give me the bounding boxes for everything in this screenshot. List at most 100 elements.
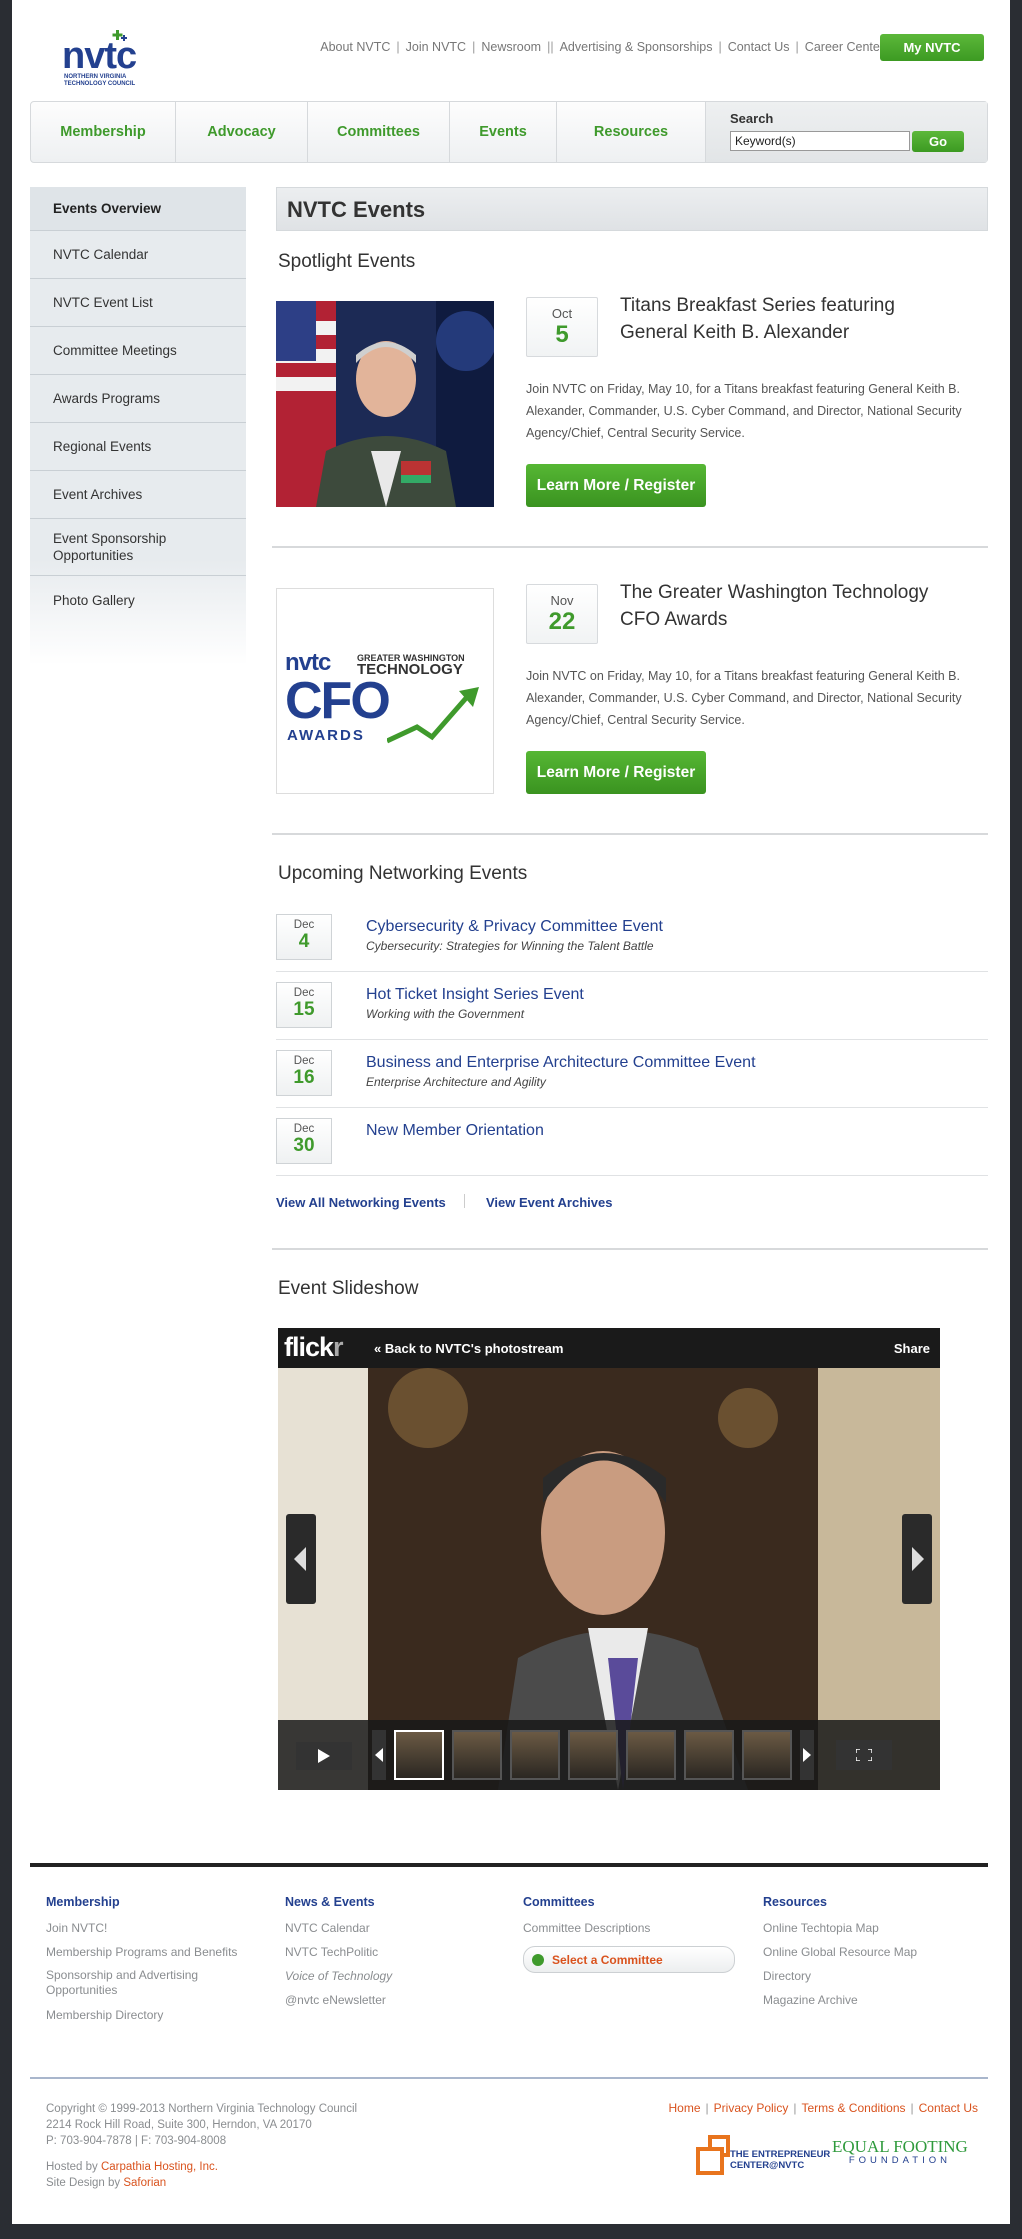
- top-link-join[interactable]: Join NVTC: [406, 40, 466, 54]
- top-link-contact[interactable]: Contact Us: [728, 40, 790, 54]
- spotlight-date-1: Oct 5: [526, 297, 598, 357]
- networking-row: Dec 4 Cybersecurity & Privacy Committee …: [276, 904, 988, 972]
- equal-footing-logo[interactable]: EQUAL FOOTING FOUNDATION: [832, 2138, 968, 2168]
- sidebar-item-nvtc-calendar[interactable]: NVTC Calendar: [30, 231, 246, 279]
- networking-title[interactable]: Business and Enterprise Architecture Com…: [366, 1054, 756, 1072]
- entrepreneur-center-logo[interactable]: THE ENTREPRENEUR CENTER@NVTC: [696, 2135, 830, 2175]
- hosted-prefix: Hosted by: [46, 2161, 101, 2173]
- entrepreneur-logo-line2: CENTER@NVTC: [730, 2160, 805, 2171]
- phone-text: P: 703-904-7878 | F: 703-904-8008: [46, 2135, 227, 2147]
- sidebar-item-photo-gallery[interactable]: Photo Gallery: [30, 576, 246, 624]
- spotlight-desc-2: Join NVTC on Friday, May 10, for a Titan…: [526, 669, 962, 727]
- next-slide-button[interactable]: [902, 1514, 932, 1604]
- networking-date: Dec 16: [276, 1050, 332, 1096]
- top-link-advertising[interactable]: Advertising & Sponsorships: [560, 40, 713, 54]
- thumbnail[interactable]: [626, 1730, 676, 1780]
- share-button[interactable]: Share: [894, 1341, 930, 1356]
- learn-more-register-button-2[interactable]: Learn More / Register: [526, 751, 706, 794]
- footer-link[interactable]: Membership Programs and Benefits: [46, 1940, 256, 1964]
- footer-link[interactable]: Magazine Archive: [763, 1988, 983, 2012]
- footer-privacy-link[interactable]: Privacy Policy: [714, 2101, 789, 2115]
- back-to-photostream-link[interactable]: « Back to NVTC's photostream: [374, 1341, 563, 1356]
- nvtc-logo[interactable]: nvtc NORTHERN VIRGINIA TECHNOLOGY COUNCI…: [50, 26, 160, 90]
- footer-link[interactable]: Online Global Resource Map: [763, 1940, 983, 1964]
- general-alexander-photo[interactable]: [276, 301, 494, 507]
- sidebar-item-events-overview[interactable]: Events Overview: [30, 187, 246, 231]
- thumbnail[interactable]: [568, 1730, 618, 1780]
- footer-link[interactable]: @nvtc eNewsletter: [285, 1988, 485, 2012]
- date-month: Dec: [293, 987, 315, 999]
- design-prefix: Site Design by: [46, 2177, 124, 2189]
- footer-link[interactable]: NVTC TechPolitic: [285, 1940, 485, 1964]
- top-link-about[interactable]: About NVTC: [320, 40, 390, 54]
- footer-link[interactable]: Sponsorship and Advertising Opportunitie…: [46, 1964, 216, 2003]
- networking-title[interactable]: Hot Ticket Insight Series Event: [366, 986, 584, 1004]
- divider: [272, 1248, 988, 1250]
- sidebar: Events Overview NVTC Calendar NVTC Event…: [30, 187, 246, 665]
- logo-subtext: NORTHERN VIRGINIA TECHNOLOGY COUNCIL: [64, 74, 136, 87]
- thumbnail[interactable]: [452, 1730, 502, 1780]
- thumbnail[interactable]: [742, 1730, 792, 1780]
- sidebar-item-nvtc-event-list[interactable]: NVTC Event List: [30, 279, 246, 327]
- my-nvtc-button[interactable]: My NVTC: [880, 34, 984, 61]
- flickr-slideshow[interactable]: flickr « Back to NVTC's photostream Shar…: [278, 1328, 940, 1790]
- previous-slide-button[interactable]: [286, 1514, 316, 1604]
- thumbnail[interactable]: [510, 1730, 560, 1780]
- footer-link[interactable]: Committee Descriptions: [523, 1916, 753, 1940]
- sidebar-item-regional-events[interactable]: Regional Events: [30, 423, 246, 471]
- search-go-button[interactable]: Go: [912, 131, 964, 152]
- networking-title[interactable]: Cybersecurity & Privacy Committee Event: [366, 918, 663, 936]
- filmstrip-next-button[interactable]: [800, 1730, 814, 1780]
- networking-title[interactable]: New Member Orientation: [366, 1122, 544, 1140]
- filmstrip-prev-button[interactable]: [372, 1730, 386, 1780]
- hosting-link[interactable]: Carpathia Hosting, Inc.: [101, 2161, 218, 2173]
- networking-date: Dec 15: [276, 982, 332, 1028]
- search-input[interactable]: [730, 131, 910, 151]
- top-link-career[interactable]: Career Center: [805, 40, 884, 54]
- nav-committees[interactable]: Committees: [308, 102, 450, 162]
- footer-link[interactable]: Join NVTC!: [46, 1916, 256, 1940]
- view-all-networking-link[interactable]: View All Networking Events: [276, 1195, 446, 1210]
- footer-link[interactable]: Membership Directory: [46, 2003, 256, 2027]
- spotlight-title-2[interactable]: The Greater Washington Technology CFO Aw…: [620, 579, 960, 633]
- play-button[interactable]: [296, 1742, 352, 1770]
- footer-legal-links: Home | Privacy Policy | Terms & Conditions…: [668, 2101, 978, 2115]
- spotlight-title-1[interactable]: Titans Breakfast Series featuring Genera…: [620, 292, 960, 346]
- fullscreen-button[interactable]: [836, 1740, 892, 1770]
- thumbnail[interactable]: [684, 1730, 734, 1780]
- footer-contact-link[interactable]: Contact Us: [919, 2101, 978, 2115]
- learn-more-register-button-1[interactable]: Learn More / Register: [526, 464, 706, 507]
- search-box: Search Go: [706, 102, 987, 162]
- date-month: Dec: [293, 1123, 315, 1135]
- footer-divider-2: [30, 2077, 988, 2079]
- address-text: 2214 Rock Hill Road, Suite 300, Herndon,…: [46, 2119, 312, 2131]
- design-link[interactable]: Saforian: [123, 2177, 166, 2189]
- top-link-newsroom[interactable]: Newsroom: [481, 40, 541, 54]
- general-portrait-image: [276, 301, 494, 507]
- footer-link[interactable]: NVTC Calendar: [285, 1916, 485, 1940]
- select-committee-dropdown[interactable]: Select a Committee: [523, 1946, 735, 1973]
- footer-heading: Committees: [523, 1895, 595, 1909]
- networking-row: Dec 30 New Member Orientation: [276, 1108, 988, 1176]
- footer-link[interactable]: Voice of Technology: [285, 1964, 485, 1988]
- flickr-logo[interactable]: flickr: [284, 1332, 343, 1363]
- date-day: 4: [298, 931, 310, 952]
- footer-link[interactable]: Online Techtopia Map: [763, 1916, 983, 1940]
- sidebar-item-event-sponsorship[interactable]: Event Sponsorship Opportunities: [30, 519, 246, 576]
- footer-home-link[interactable]: Home: [669, 2101, 701, 2115]
- footer-link[interactable]: Directory: [763, 1964, 983, 1988]
- cfo-awards-logo[interactable]: nvtc GREATER WASHINGTON TECHNOLOGY CFO A…: [276, 588, 494, 794]
- thumbnail[interactable]: [394, 1730, 444, 1780]
- sidebar-item-awards-programs[interactable]: Awards Programs: [30, 375, 246, 423]
- nav-membership[interactable]: Membership: [31, 102, 176, 162]
- entrepreneur-logo-text: THE ENTREPRENEUR CENTER@NVTC: [730, 2149, 830, 2171]
- sidebar-item-event-archives[interactable]: Event Archives: [30, 471, 246, 519]
- date-month: Dec: [293, 1055, 315, 1067]
- nav-advocacy[interactable]: Advocacy: [176, 102, 308, 162]
- footer-terms-link[interactable]: Terms & Conditions: [801, 2101, 905, 2115]
- view-event-archives-link[interactable]: View Event Archives: [486, 1195, 612, 1210]
- nav-resources[interactable]: Resources: [557, 102, 706, 162]
- chevron-left-icon: [294, 1547, 306, 1571]
- nav-events[interactable]: Events: [450, 102, 557, 162]
- sidebar-item-committee-meetings[interactable]: Committee Meetings: [30, 327, 246, 375]
